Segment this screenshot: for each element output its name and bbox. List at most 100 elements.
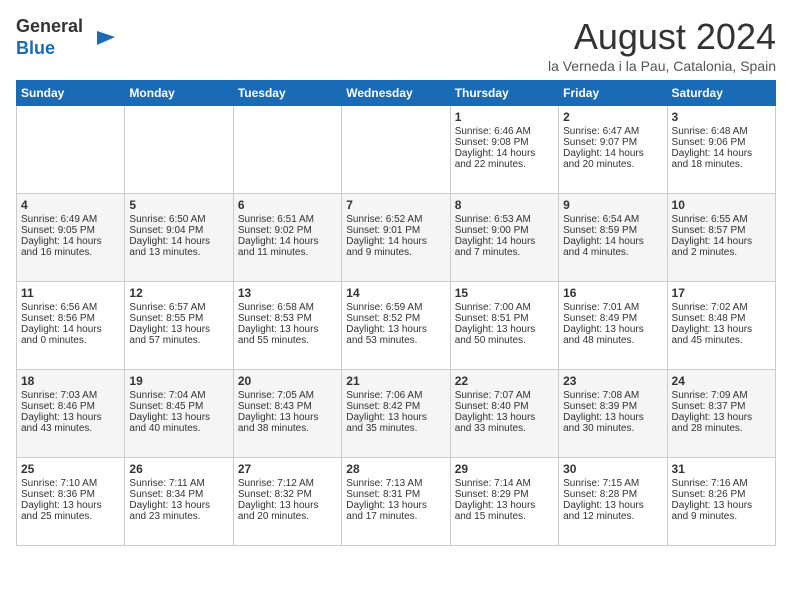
- day-number: 13: [238, 286, 337, 300]
- day-number: 25: [21, 462, 120, 476]
- day-info: Sunset: 8:56 PM: [21, 313, 120, 324]
- calendar-cell: 29Sunrise: 7:14 AMSunset: 8:29 PMDayligh…: [450, 458, 558, 546]
- day-number: 10: [672, 198, 771, 212]
- day-info: Daylight: 14 hours: [129, 236, 228, 247]
- calendar-cell: 10Sunrise: 6:55 AMSunset: 8:57 PMDayligh…: [667, 194, 775, 282]
- day-info: and 30 minutes.: [563, 423, 662, 434]
- day-info: Sunset: 8:36 PM: [21, 489, 120, 500]
- day-info: and 11 minutes.: [238, 247, 337, 258]
- logo-icon: [87, 23, 117, 53]
- calendar-cell: 4Sunrise: 6:49 AMSunset: 9:05 PMDaylight…: [17, 194, 125, 282]
- calendar-cell: 17Sunrise: 7:02 AMSunset: 8:48 PMDayligh…: [667, 282, 775, 370]
- day-info: Sunrise: 6:49 AM: [21, 214, 120, 225]
- day-info: Sunset: 9:00 PM: [455, 225, 554, 236]
- day-info: Sunrise: 7:08 AM: [563, 390, 662, 401]
- day-number: 21: [346, 374, 445, 388]
- day-number: 8: [455, 198, 554, 212]
- day-info: Sunset: 8:28 PM: [563, 489, 662, 500]
- day-info: Sunset: 8:53 PM: [238, 313, 337, 324]
- calendar-cell: 1Sunrise: 6:46 AMSunset: 9:08 PMDaylight…: [450, 106, 558, 194]
- day-info: Sunrise: 7:06 AM: [346, 390, 445, 401]
- day-info: Sunrise: 6:46 AM: [455, 126, 554, 137]
- day-info: Daylight: 14 hours: [21, 236, 120, 247]
- col-header-friday: Friday: [559, 81, 667, 106]
- day-info: Sunrise: 7:07 AM: [455, 390, 554, 401]
- day-info: Sunrise: 7:01 AM: [563, 302, 662, 313]
- calendar-cell: 14Sunrise: 6:59 AMSunset: 8:52 PMDayligh…: [342, 282, 450, 370]
- day-number: 17: [672, 286, 771, 300]
- day-number: 22: [455, 374, 554, 388]
- day-info: Daylight: 13 hours: [455, 412, 554, 423]
- day-info: Daylight: 13 hours: [346, 412, 445, 423]
- day-info: Sunrise: 6:47 AM: [563, 126, 662, 137]
- day-info: Sunrise: 6:54 AM: [563, 214, 662, 225]
- day-info: Sunset: 8:59 PM: [563, 225, 662, 236]
- logo-blue-text: Blue: [16, 38, 83, 60]
- day-info: Sunrise: 7:02 AM: [672, 302, 771, 313]
- logo: General Blue: [16, 16, 117, 59]
- calendar-cell: 22Sunrise: 7:07 AMSunset: 8:40 PMDayligh…: [450, 370, 558, 458]
- day-info: Daylight: 13 hours: [129, 412, 228, 423]
- calendar-cell: 2Sunrise: 6:47 AMSunset: 9:07 PMDaylight…: [559, 106, 667, 194]
- day-info: Sunset: 9:02 PM: [238, 225, 337, 236]
- day-info: Daylight: 14 hours: [672, 236, 771, 247]
- day-info: and 15 minutes.: [455, 511, 554, 522]
- logo-general-text: General: [16, 16, 83, 38]
- day-info: Daylight: 13 hours: [672, 412, 771, 423]
- calendar-week-row: 4Sunrise: 6:49 AMSunset: 9:05 PMDaylight…: [17, 194, 776, 282]
- day-info: and 22 minutes.: [455, 159, 554, 170]
- month-year-title: August 2024: [548, 16, 776, 58]
- day-info: and 23 minutes.: [129, 511, 228, 522]
- day-info: Daylight: 13 hours: [563, 412, 662, 423]
- day-info: Sunrise: 7:10 AM: [21, 478, 120, 489]
- calendar-cell: 18Sunrise: 7:03 AMSunset: 8:46 PMDayligh…: [17, 370, 125, 458]
- day-info: and 57 minutes.: [129, 335, 228, 346]
- calendar-cell: 27Sunrise: 7:12 AMSunset: 8:32 PMDayligh…: [233, 458, 341, 546]
- day-number: 19: [129, 374, 228, 388]
- calendar-cell: 15Sunrise: 7:00 AMSunset: 8:51 PMDayligh…: [450, 282, 558, 370]
- day-info: and 16 minutes.: [21, 247, 120, 258]
- day-info: Daylight: 13 hours: [455, 324, 554, 335]
- calendar-cell: [17, 106, 125, 194]
- calendar-week-row: 1Sunrise: 6:46 AMSunset: 9:08 PMDaylight…: [17, 106, 776, 194]
- day-info: and 53 minutes.: [346, 335, 445, 346]
- day-info: and 33 minutes.: [455, 423, 554, 434]
- day-info: Daylight: 14 hours: [346, 236, 445, 247]
- calendar-header-row: SundayMondayTuesdayWednesdayThursdayFrid…: [17, 81, 776, 106]
- col-header-saturday: Saturday: [667, 81, 775, 106]
- calendar-table: SundayMondayTuesdayWednesdayThursdayFrid…: [16, 80, 776, 546]
- col-header-tuesday: Tuesday: [233, 81, 341, 106]
- day-info: Daylight: 14 hours: [455, 148, 554, 159]
- col-header-thursday: Thursday: [450, 81, 558, 106]
- day-info: and 50 minutes.: [455, 335, 554, 346]
- calendar-cell: 31Sunrise: 7:16 AMSunset: 8:26 PMDayligh…: [667, 458, 775, 546]
- day-info: and 18 minutes.: [672, 159, 771, 170]
- day-info: Sunset: 8:46 PM: [21, 401, 120, 412]
- day-number: 1: [455, 110, 554, 124]
- day-info: Sunrise: 7:16 AM: [672, 478, 771, 489]
- day-info: Sunrise: 6:59 AM: [346, 302, 445, 313]
- day-number: 9: [563, 198, 662, 212]
- day-info: Sunrise: 7:03 AM: [21, 390, 120, 401]
- day-number: 11: [21, 286, 120, 300]
- day-info: and 17 minutes.: [346, 511, 445, 522]
- day-info: Sunrise: 6:53 AM: [455, 214, 554, 225]
- day-info: Sunset: 8:39 PM: [563, 401, 662, 412]
- day-info: Daylight: 14 hours: [21, 324, 120, 335]
- calendar-week-row: 11Sunrise: 6:56 AMSunset: 8:56 PMDayligh…: [17, 282, 776, 370]
- calendar-cell: 3Sunrise: 6:48 AMSunset: 9:06 PMDaylight…: [667, 106, 775, 194]
- day-info: Sunset: 8:42 PM: [346, 401, 445, 412]
- day-info: Daylight: 13 hours: [129, 500, 228, 511]
- day-info: Sunset: 8:57 PM: [672, 225, 771, 236]
- day-info: Daylight: 13 hours: [346, 324, 445, 335]
- day-info: Sunrise: 6:48 AM: [672, 126, 771, 137]
- day-number: 2: [563, 110, 662, 124]
- day-number: 26: [129, 462, 228, 476]
- calendar-cell: [342, 106, 450, 194]
- page-header: General Blue August 2024 la Verneda i la…: [16, 16, 776, 74]
- col-header-wednesday: Wednesday: [342, 81, 450, 106]
- calendar-cell: 5Sunrise: 6:50 AMSunset: 9:04 PMDaylight…: [125, 194, 233, 282]
- day-info: Sunrise: 7:12 AM: [238, 478, 337, 489]
- calendar-cell: 20Sunrise: 7:05 AMSunset: 8:43 PMDayligh…: [233, 370, 341, 458]
- day-info: Sunset: 8:55 PM: [129, 313, 228, 324]
